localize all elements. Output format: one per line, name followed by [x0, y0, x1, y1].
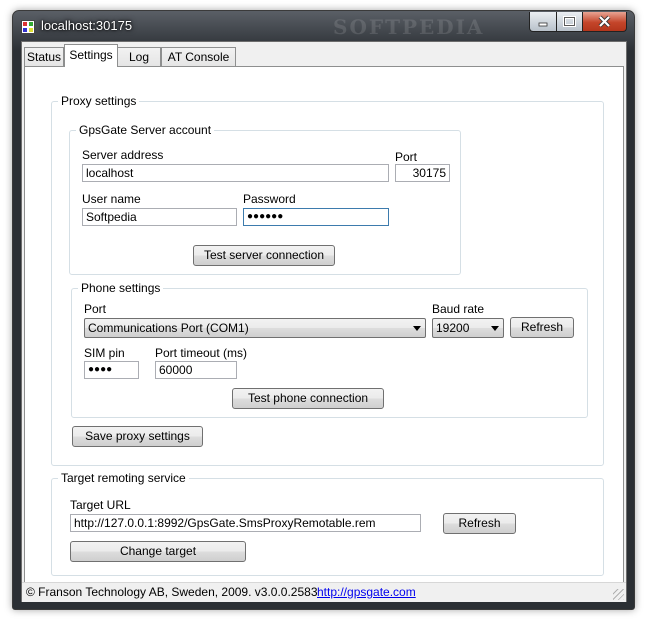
- proxy-settings-group: Proxy settings GpsGate Server account Se…: [51, 94, 604, 466]
- target-refresh-button[interactable]: Refresh: [443, 513, 516, 534]
- chevron-down-icon: [413, 326, 421, 331]
- phone-port-label: Port: [84, 302, 107, 316]
- server-address-input[interactable]: localhost: [82, 164, 389, 182]
- minimize-icon: [538, 22, 548, 27]
- settings-tab-page: Proxy settings GpsGate Server account Se…: [24, 66, 624, 584]
- maximize-icon: [563, 16, 576, 27]
- app-icon: [21, 20, 35, 34]
- app-window: localhost:30175 SOFTPEDIA Status Setting…: [12, 10, 635, 610]
- target-url-input[interactable]: http://127.0.0.1:8992/GpsGate.SmsProxyRe…: [70, 514, 421, 532]
- window-title: localhost:30175: [41, 18, 133, 33]
- user-name-label: User name: [82, 192, 141, 206]
- port-label: Port: [395, 150, 418, 164]
- port-timeout-input[interactable]: 60000: [155, 361, 237, 379]
- sim-pin-input[interactable]: ●●●●: [84, 361, 139, 379]
- gpsgate-link[interactable]: http://gpsgate.com: [317, 583, 416, 601]
- tab-log[interactable]: Log: [117, 47, 161, 66]
- phone-port-value: Communications Port (COM1): [88, 321, 249, 335]
- baud-rate-select[interactable]: 19200: [432, 318, 504, 338]
- target-url-label: Target URL: [70, 498, 131, 512]
- server-account-group: GpsGate Server account Server address lo…: [69, 123, 461, 275]
- minimize-button[interactable]: [529, 12, 557, 32]
- chevron-down-icon: [491, 326, 499, 331]
- baud-rate-value: 19200: [436, 321, 470, 335]
- maximize-button[interactable]: [556, 12, 583, 32]
- tab-status[interactable]: Status: [24, 47, 64, 66]
- client-area: Status Settings Log AT Console Proxy set…: [21, 41, 627, 602]
- phone-settings-label: Phone settings: [78, 281, 164, 295]
- save-proxy-settings-button[interactable]: Save proxy settings: [72, 426, 203, 447]
- server-address-label: Server address: [82, 148, 164, 162]
- tab-settings[interactable]: Settings: [64, 44, 118, 67]
- port-timeout-label: Port timeout (ms): [155, 346, 248, 360]
- server-account-label: GpsGate Server account: [76, 123, 215, 137]
- phone-settings-group: Phone settings Port Communications Port …: [71, 281, 588, 418]
- sim-pin-label: SIM pin: [84, 346, 125, 360]
- port-input[interactable]: 30175: [395, 164, 450, 182]
- target-remoting-label: Target remoting service: [58, 471, 189, 485]
- close-icon: [598, 15, 611, 28]
- title-bar[interactable]: localhost:30175 SOFTPEDIA: [13, 11, 634, 41]
- change-target-button[interactable]: Change target: [70, 541, 246, 562]
- status-bar: © Franson Technology AB, Sweden, 2009. v…: [22, 582, 626, 602]
- target-remoting-group: Target remoting service Target URL http:…: [51, 471, 604, 576]
- test-server-connection-button[interactable]: Test server connection: [193, 245, 335, 266]
- test-phone-connection-button[interactable]: Test phone connection: [232, 388, 384, 409]
- proxy-settings-label: Proxy settings: [58, 94, 140, 108]
- password-label: Password: [243, 192, 296, 206]
- password-input[interactable]: ●●●●●●: [243, 208, 389, 226]
- resize-grip[interactable]: [613, 589, 624, 600]
- baud-rate-label: Baud rate: [432, 302, 485, 316]
- close-button[interactable]: [582, 12, 627, 32]
- user-name-input[interactable]: Softpedia: [82, 208, 237, 226]
- watermark: SOFTPEDIA: [333, 15, 485, 39]
- phone-refresh-button[interactable]: Refresh: [510, 317, 574, 338]
- phone-port-select[interactable]: Communications Port (COM1): [84, 318, 426, 338]
- copyright-text: © Franson Technology AB, Sweden, 2009. v…: [26, 585, 318, 599]
- tab-at-console[interactable]: AT Console: [161, 47, 236, 66]
